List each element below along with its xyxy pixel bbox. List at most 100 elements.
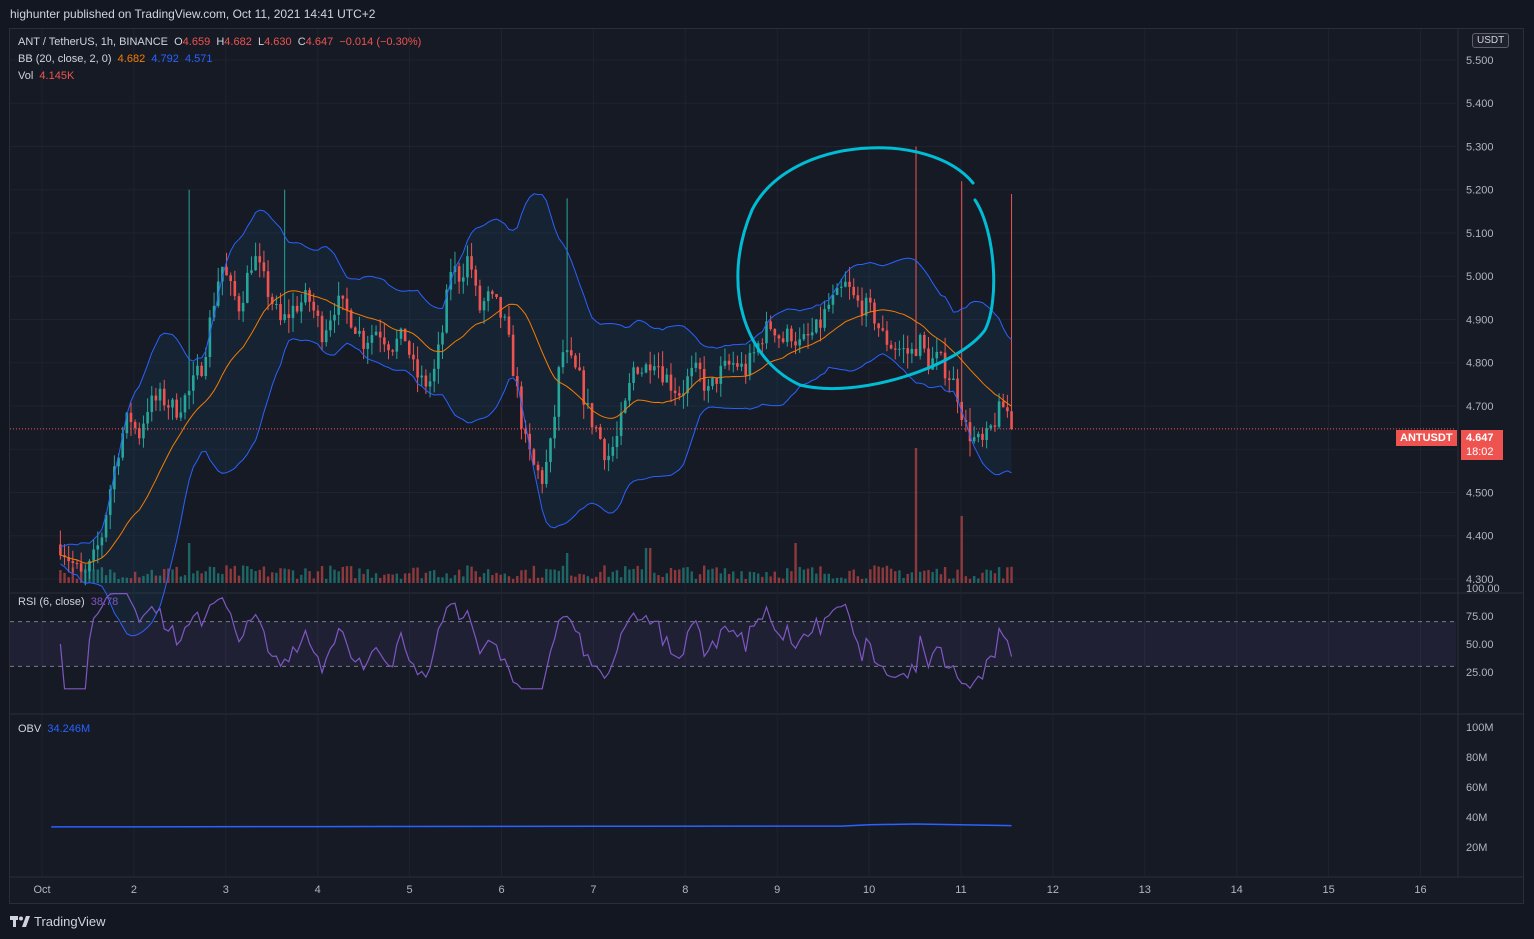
volume-bar (104, 575, 108, 583)
candle-body (860, 300, 864, 316)
low-value: 4.630 (264, 36, 292, 48)
candle-body (690, 367, 694, 377)
volume-bar (561, 565, 565, 583)
time-tick-label: 6 (498, 884, 504, 896)
volume-bar (586, 576, 590, 583)
candle-body (661, 366, 664, 383)
volume-bar (138, 577, 141, 583)
symbol-label[interactable]: ANT / TetherUS, 1h, BINANCE (18, 36, 168, 48)
candle-body (245, 272, 249, 303)
volume-bar (644, 548, 648, 583)
candle-body (362, 330, 365, 349)
time-tick-label: Oct (33, 884, 50, 896)
currency-button[interactable]: USDT (1472, 33, 1510, 48)
volume-bar (856, 576, 860, 583)
candle-body (146, 412, 149, 424)
candle-body (823, 308, 826, 328)
candle-body (781, 338, 785, 342)
volume-bar (308, 571, 311, 583)
volume-bar (748, 571, 752, 583)
bb-legend: BB (20, close, 2, 0) 4.682 4.792 4.571 (18, 51, 421, 68)
candle-body (349, 310, 353, 328)
candle-body (574, 355, 577, 368)
bb-label[interactable]: BB (20, close, 2, 0) (18, 53, 112, 65)
candle-body (437, 344, 440, 369)
candle-body (935, 351, 939, 359)
volume-bar (827, 573, 830, 583)
volume-bar (582, 574, 585, 583)
volume-bar (927, 570, 930, 583)
candle-body (142, 423, 145, 439)
candle-body (474, 269, 478, 286)
tradingview-brand[interactable]: TradingView (10, 914, 106, 929)
volume-bar (698, 574, 702, 583)
candle-body (906, 348, 910, 354)
volume-bar (852, 569, 855, 583)
candle-body (769, 321, 772, 329)
candle-body (603, 438, 606, 461)
obv-tick-label: 80M (1466, 752, 1487, 764)
vol-label[interactable]: Vol (18, 70, 33, 82)
candle-body (848, 281, 851, 287)
candle-body (794, 341, 797, 346)
volume-bar (935, 568, 938, 583)
vol-legend: Vol 4.145K (18, 68, 421, 85)
candle-body (785, 328, 789, 342)
candle-body (266, 271, 270, 297)
volume-bar (258, 569, 261, 583)
volume-bar (499, 574, 502, 583)
volume-bar (723, 568, 727, 583)
volume-bar (611, 571, 615, 583)
volume-bar (271, 572, 274, 583)
price-tick-label: 4.500 (1466, 487, 1494, 499)
candle-body (773, 328, 777, 336)
volume-bar (399, 578, 403, 583)
volume-bar (640, 569, 644, 583)
candle-body (839, 286, 843, 288)
tradingview-logo-icon (10, 915, 30, 927)
candle-body (1006, 407, 1009, 412)
volume-bar (653, 572, 656, 583)
axis-labels: 5.500 5.400 5.300 5.200 5.100 5.000 4.900 4.800… (33, 55, 1499, 896)
obv-label[interactable]: OBV (18, 723, 41, 735)
volume-bar (312, 578, 315, 583)
chart-canvas[interactable]: 5.500 5.400 5.300 5.200 5.100 5.000 4.900 4.800… (0, 0, 1534, 939)
candle-body (225, 266, 228, 276)
volume-bar (553, 569, 556, 583)
volume-bar (918, 571, 922, 583)
volume-bar (632, 568, 635, 583)
volume-bar (67, 577, 70, 583)
rsi-tick-label: 25.00 (1466, 667, 1494, 679)
candle-body (333, 314, 336, 321)
price-tick-label: 4.400 (1466, 531, 1494, 543)
volume-bar (200, 573, 203, 583)
candle-body (569, 350, 573, 356)
volume-bar (673, 570, 677, 583)
time-tick-label: 14 (1231, 884, 1243, 896)
volume-bar (894, 571, 897, 583)
candle-body (503, 316, 507, 318)
candle-body (977, 433, 980, 438)
open-value: 4.659 (182, 36, 211, 48)
candle-body (898, 348, 901, 350)
candle-body (644, 364, 648, 373)
candle-body (852, 286, 856, 296)
price-tick-label: 5.100 (1466, 228, 1494, 240)
volume-bar (92, 569, 95, 583)
candle-body (939, 351, 943, 353)
candle-body (561, 352, 565, 368)
volume-bar (819, 566, 822, 583)
rsi-label[interactable]: RSI (6, close) (18, 596, 85, 608)
volume-bar (702, 565, 706, 583)
volume-bar (241, 565, 245, 583)
volume-bar (860, 578, 864, 583)
obv-tick-label: 20M (1466, 842, 1487, 854)
volume-bar (183, 575, 187, 583)
volume-bar (727, 573, 731, 583)
candle-body (790, 328, 793, 342)
volume-bar (507, 576, 511, 583)
volume-bar (898, 570, 901, 583)
candle-body (420, 375, 424, 378)
candle-body (885, 330, 889, 345)
candle-body (133, 421, 137, 429)
